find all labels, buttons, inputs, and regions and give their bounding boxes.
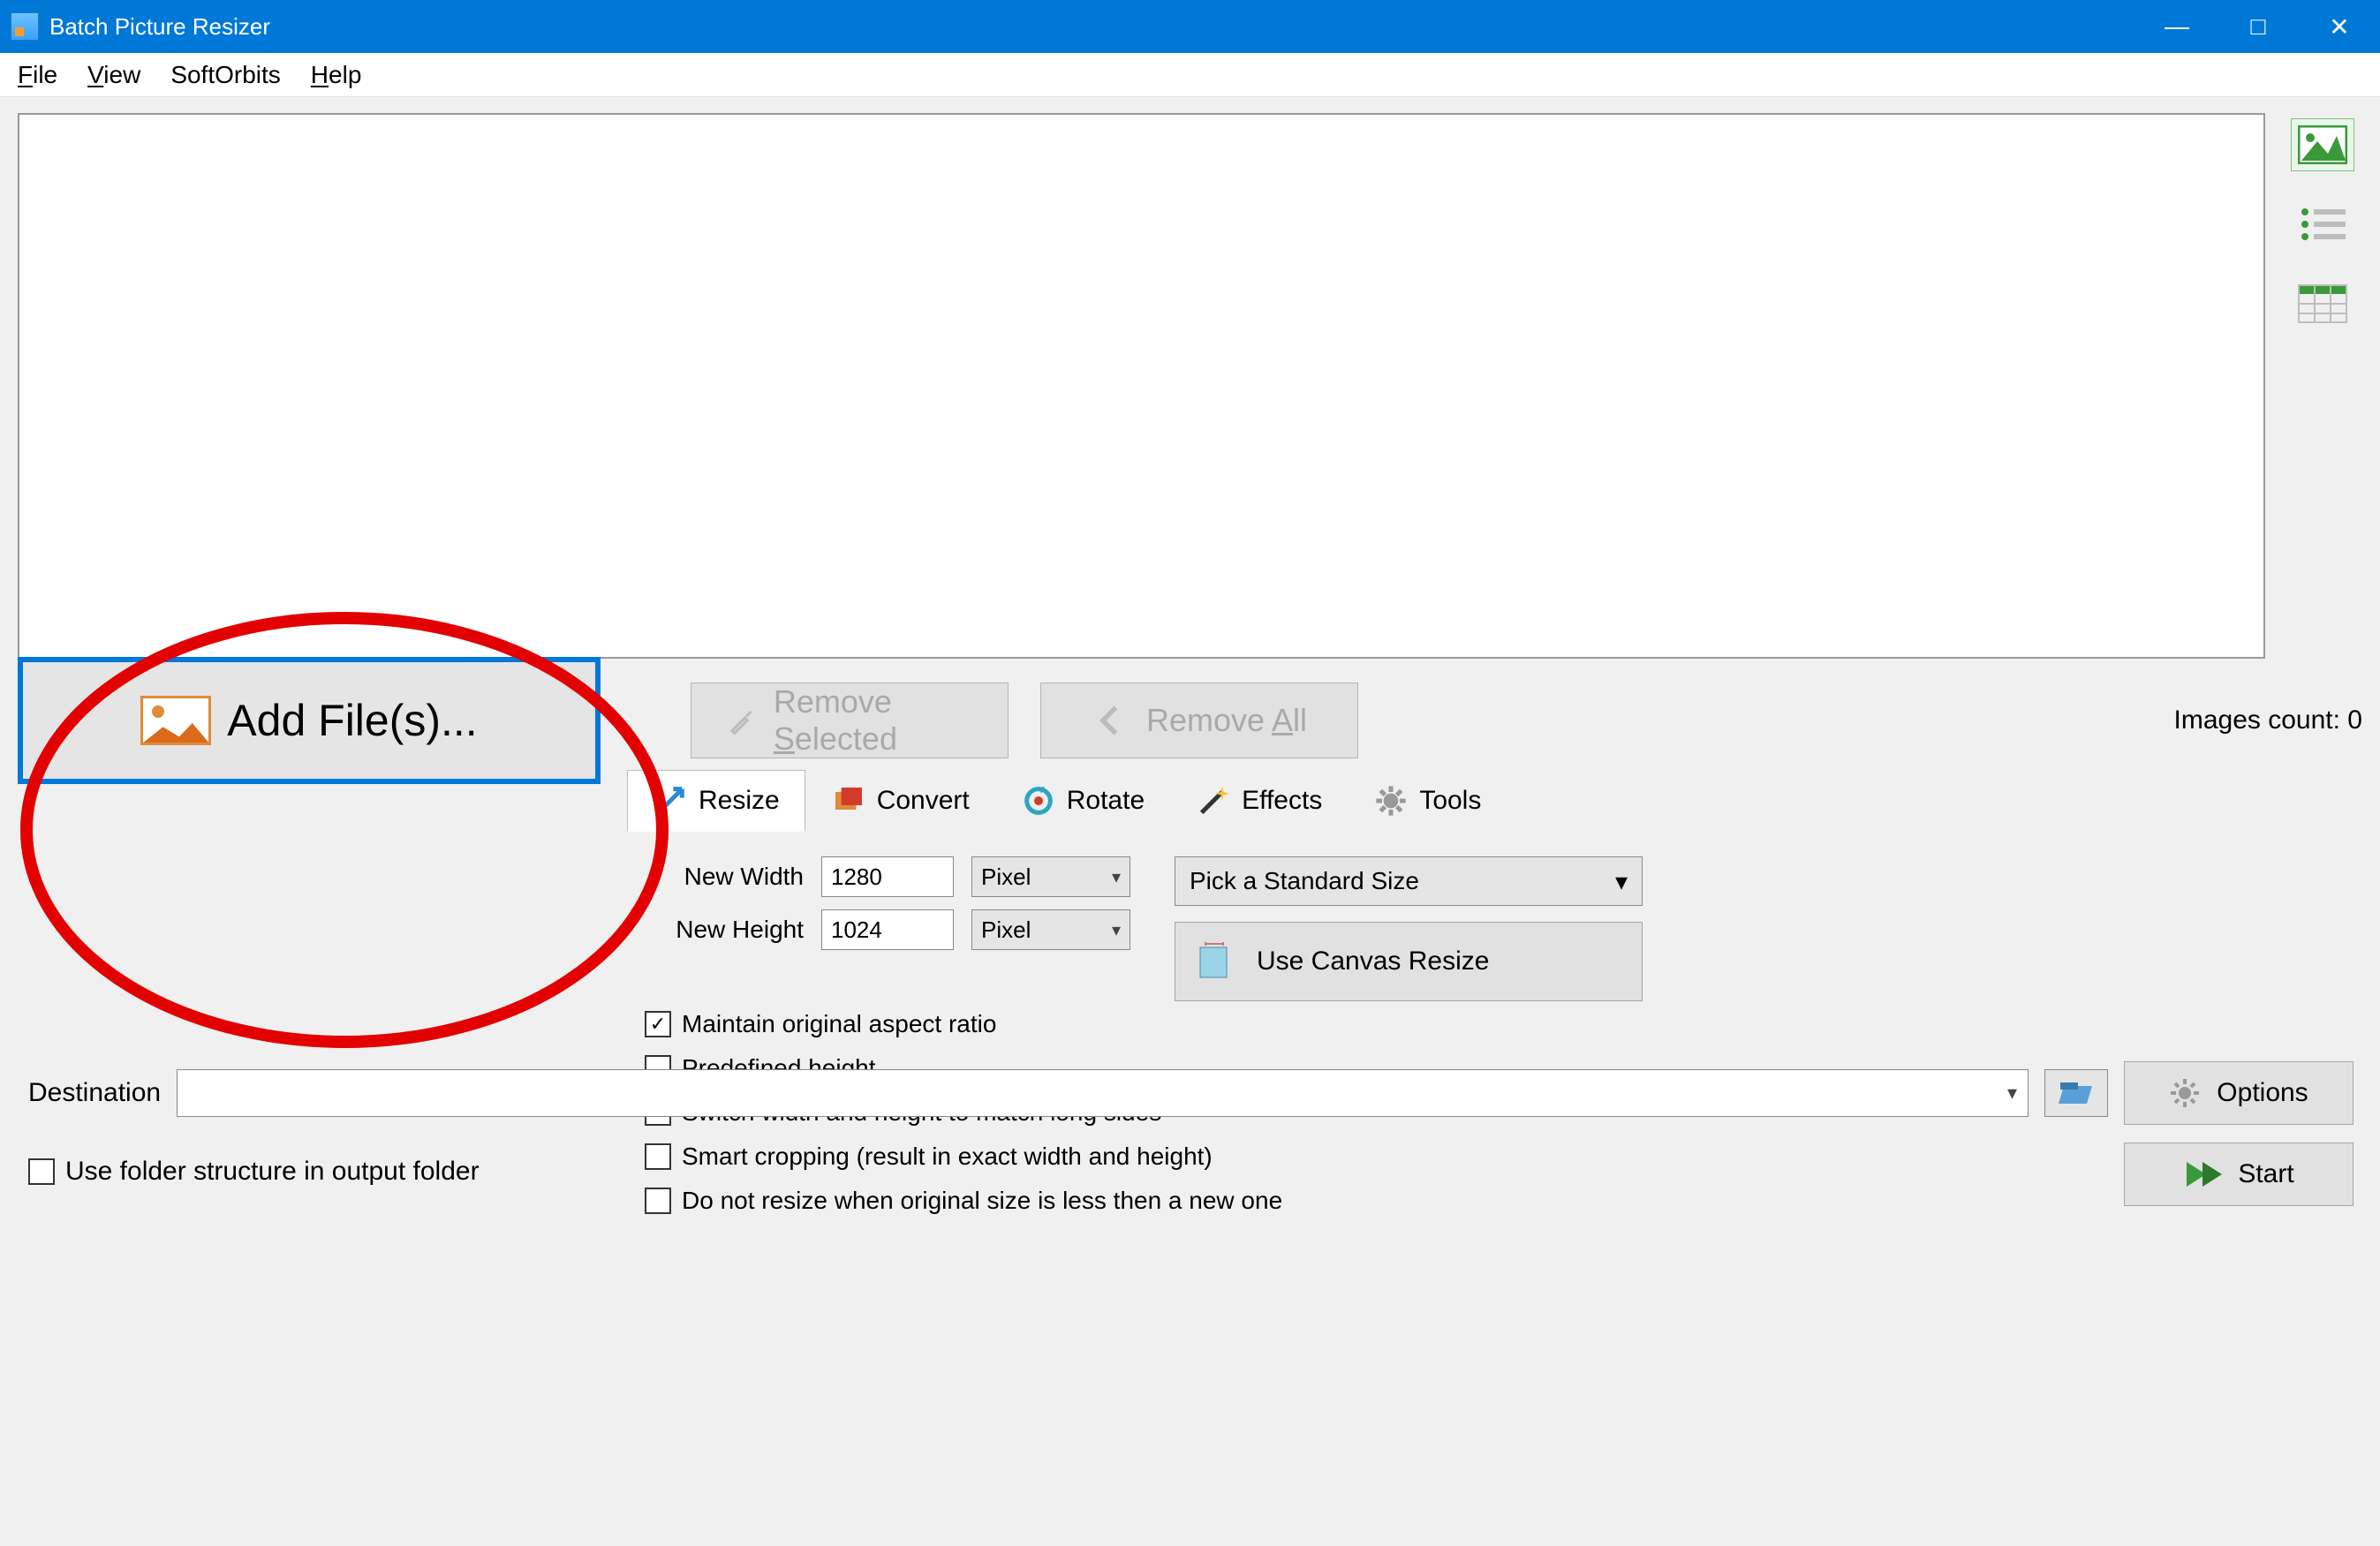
- new-height-label: New Height: [645, 916, 804, 944]
- view-mode-column: [2283, 113, 2362, 659]
- app-icon: [11, 12, 39, 41]
- smart-cropping-label: Smart cropping (result in exact width an…: [682, 1143, 1213, 1171]
- height-unit-select[interactable]: Pixel▾: [971, 909, 1130, 950]
- window-maximize-button[interactable]: □: [2218, 0, 2299, 53]
- maintain-aspect-label: Maintain original aspect ratio: [682, 1010, 996, 1038]
- smart-cropping-checkbox[interactable]: [645, 1143, 671, 1170]
- menu-softorbits[interactable]: SoftOrbits: [170, 61, 280, 89]
- new-height-input[interactable]: [821, 909, 954, 950]
- start-button[interactable]: Start: [2124, 1143, 2354, 1206]
- window-close-button[interactable]: ✕: [2299, 0, 2380, 53]
- titlebar: Batch Picture Resizer — □ ✕: [0, 0, 2380, 53]
- wand-icon: [1196, 783, 1231, 818]
- options-button[interactable]: Options: [2124, 1061, 2354, 1125]
- resize-panel: New Width Pixel▾ New Height Pixel▾ Pick …: [627, 832, 2358, 1248]
- play-icon: [2183, 1158, 2222, 1190]
- tabs: Resize Convert Rotate Effects Tools: [627, 770, 2362, 832]
- chevron-down-icon: ▾: [1112, 919, 1121, 941]
- menu-view[interactable]: View: [87, 61, 140, 89]
- chevron-down-icon: ▾: [2007, 1082, 2017, 1105]
- tab-resize[interactable]: Resize: [627, 770, 805, 832]
- preview-area[interactable]: [18, 113, 2265, 659]
- menu-help[interactable]: Help: [311, 61, 362, 89]
- use-folder-structure-label: Use folder structure in output folder: [65, 1157, 480, 1187]
- convert-icon: [831, 783, 866, 818]
- image-icon: [140, 696, 211, 745]
- menubar: File View SoftOrbits Help: [0, 53, 2380, 97]
- tab-tools[interactable]: Tools: [1348, 770, 1507, 832]
- tab-convert[interactable]: Convert: [805, 770, 995, 832]
- destination-label: Destination: [28, 1078, 161, 1108]
- view-thumbnail-icon[interactable]: [2291, 118, 2354, 171]
- chevron-left-icon: [1092, 701, 1130, 740]
- browse-button[interactable]: [2044, 1069, 2108, 1117]
- use-folder-structure-checkbox[interactable]: [28, 1158, 55, 1185]
- destination-combo[interactable]: ▾: [177, 1069, 2029, 1117]
- standard-size-select[interactable]: Pick a Standard Size▾: [1175, 856, 1643, 906]
- new-width-label: New Width: [645, 863, 804, 891]
- add-files-button[interactable]: Add File(s)...: [18, 657, 601, 784]
- app-title: Batch Picture Resizer: [49, 13, 270, 41]
- images-count-label: Images count: 0: [2174, 705, 2362, 735]
- window-minimize-button[interactable]: —: [2136, 0, 2218, 53]
- folder-open-icon: [2057, 1077, 2096, 1109]
- canvas-resize-icon: [1197, 942, 1235, 981]
- broom-icon: [727, 701, 758, 740]
- resize-icon: [653, 783, 688, 818]
- width-unit-select[interactable]: Pixel▾: [971, 856, 1130, 897]
- canvas-resize-button[interactable]: Use Canvas Resize: [1175, 922, 1643, 1001]
- remove-all-button[interactable]: Remove All: [1040, 683, 1358, 758]
- dont-resize-label: Do not resize when original size is less…: [682, 1187, 1282, 1215]
- gear-icon: [1373, 783, 1409, 818]
- menu-file[interactable]: File: [18, 61, 57, 89]
- tab-effects[interactable]: Effects: [1170, 770, 1348, 832]
- view-list-icon[interactable]: [2291, 198, 2354, 251]
- dont-resize-checkbox[interactable]: [645, 1188, 671, 1214]
- new-width-input[interactable]: [821, 856, 954, 897]
- rotate-icon: [1021, 783, 1056, 818]
- chevron-down-icon: ▾: [1112, 866, 1121, 888]
- view-grid-icon[interactable]: [2291, 277, 2354, 330]
- chevron-down-icon: ▾: [1615, 867, 1628, 896]
- gear-icon: [2169, 1077, 2201, 1109]
- remove-selected-button[interactable]: Remove Selected: [691, 683, 1009, 758]
- maintain-aspect-checkbox[interactable]: ✓: [645, 1011, 671, 1037]
- tab-rotate[interactable]: Rotate: [995, 770, 1170, 832]
